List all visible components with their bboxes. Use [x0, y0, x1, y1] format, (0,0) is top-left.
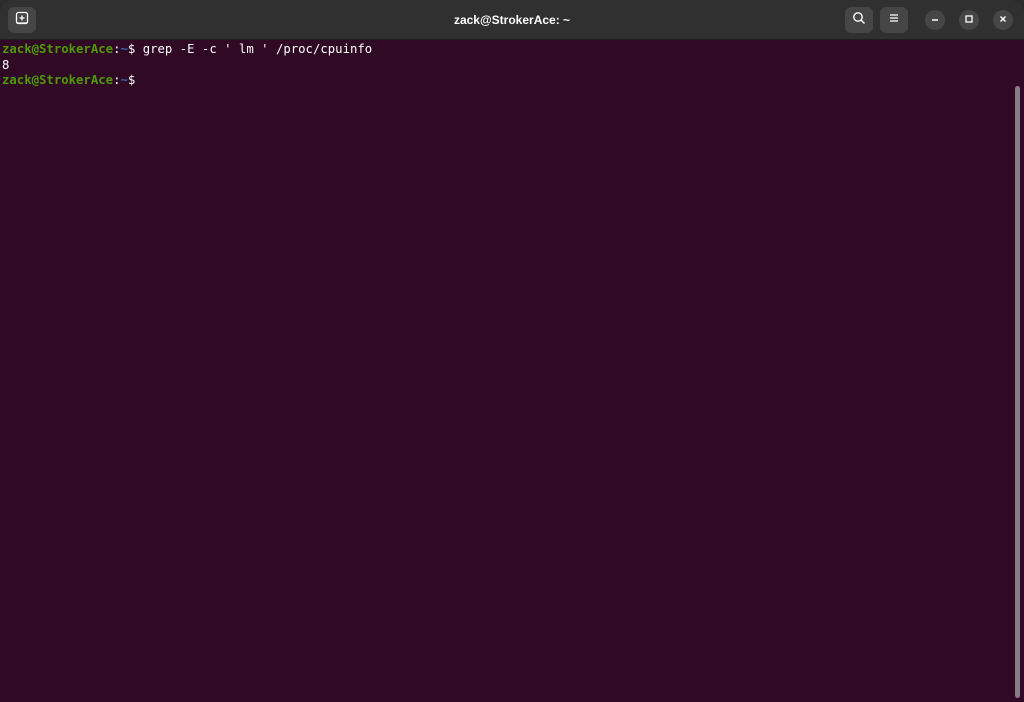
minimize-icon	[930, 11, 940, 29]
title-bar[interactable]: zack@StrokerAce: ~	[0, 0, 1024, 40]
prompt-user-host: zack@StrokerAce	[2, 73, 114, 87]
search-button[interactable]	[845, 7, 873, 33]
hamburger-menu-icon	[888, 11, 900, 29]
close-button[interactable]	[993, 10, 1013, 30]
menu-button[interactable]	[880, 7, 908, 33]
prompt-user-host: zack@StrokerAce	[2, 42, 114, 56]
prompt-symbol: $	[127, 42, 143, 56]
prompt-symbol: $	[127, 73, 143, 87]
prompt-line: zack@StrokerAce:~$ grep -E -c ' lm ' /pr…	[2, 42, 1024, 58]
prompt-line: zack@StrokerAce:~$	[2, 73, 1024, 89]
search-icon	[852, 11, 866, 30]
terminal-output-area[interactable]: zack@StrokerAce:~$ grep -E -c ' lm ' /pr…	[0, 40, 1024, 702]
terminal-window: zack@StrokerAce: ~ zack@StrokerAce:~$ gr…	[0, 0, 1024, 702]
minimize-button[interactable]	[925, 10, 945, 30]
maximize-icon	[964, 11, 974, 29]
prompt-path: ~	[120, 73, 128, 87]
vertical-scrollbar[interactable]	[1015, 86, 1020, 698]
close-icon	[998, 11, 1008, 29]
command-text: grep -E -c ' lm ' /proc/cpuinfo	[142, 42, 373, 56]
command-output: 8	[2, 57, 10, 72]
maximize-button[interactable]	[959, 10, 979, 30]
prompt-path: ~	[120, 42, 128, 56]
